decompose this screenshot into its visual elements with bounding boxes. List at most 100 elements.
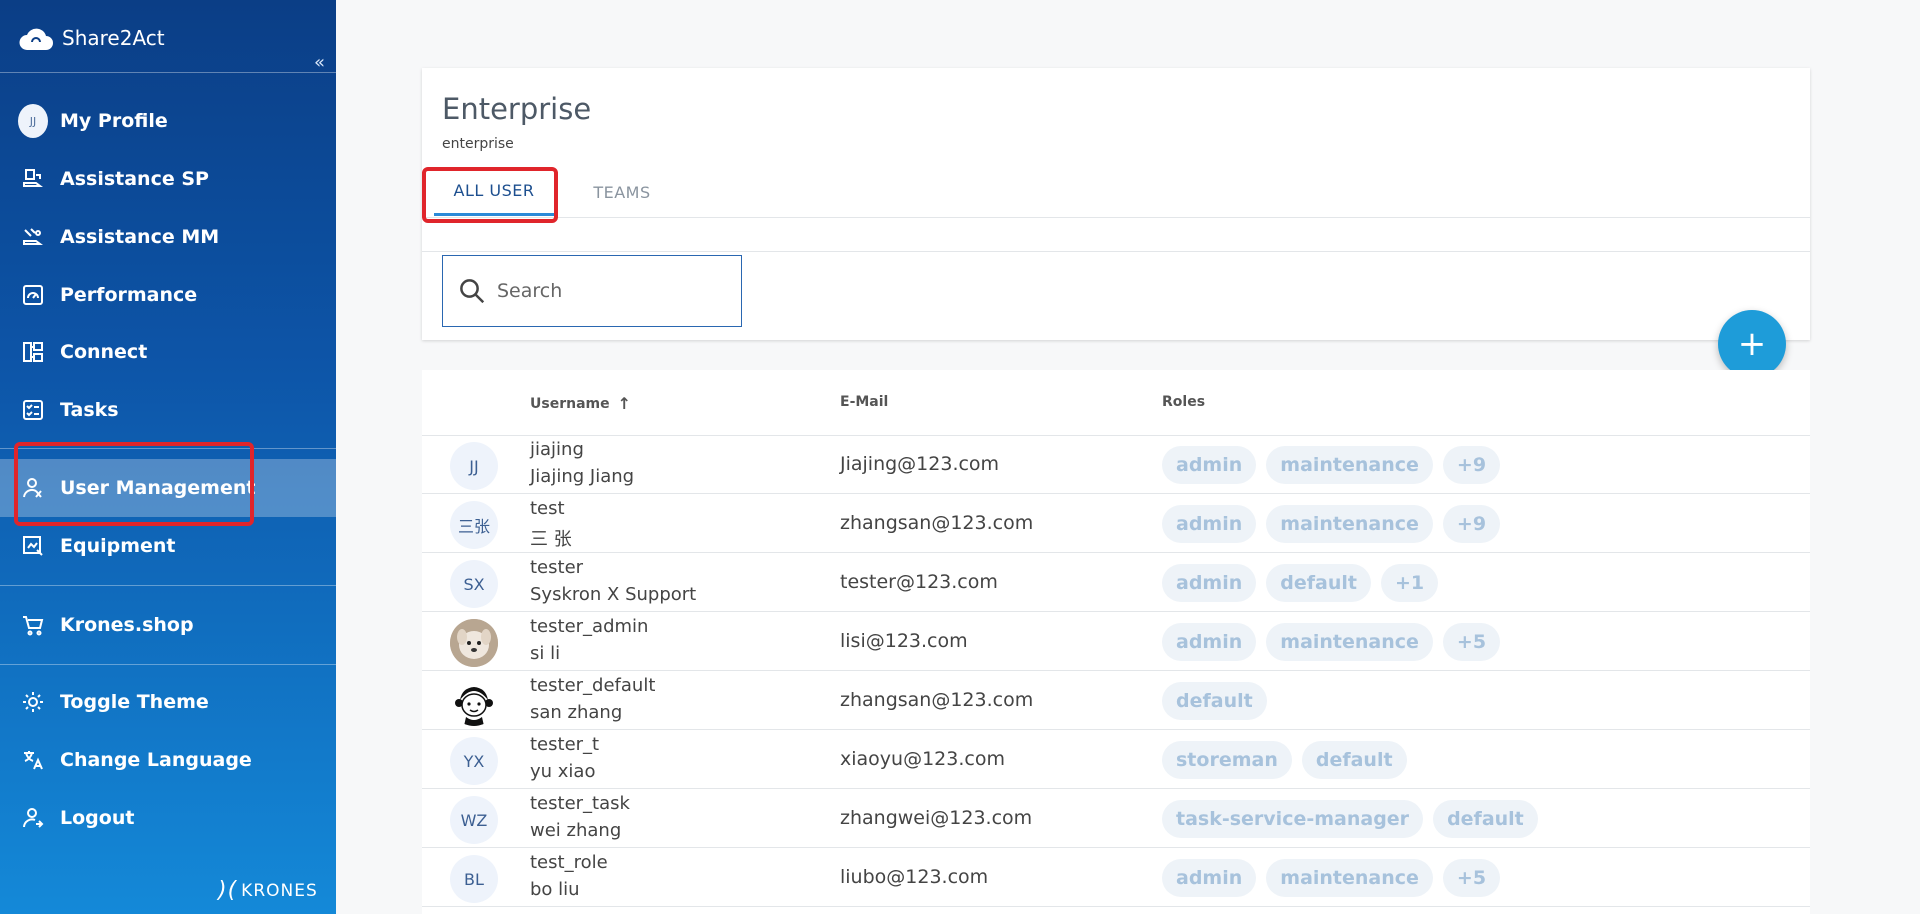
email: zhangsan@123.com [840, 512, 1034, 534]
more-roles-chip[interactable]: +9 [1442, 446, 1501, 484]
full-name: bo liu [530, 879, 580, 900]
role-chip: admin [1162, 505, 1257, 543]
sidebar-item-logout[interactable]: Logout [0, 789, 336, 847]
tab-teams[interactable]: TEAMS [562, 168, 682, 216]
krones-logo: )( KRONES [218, 878, 318, 903]
email: zhangwei@123.com [840, 807, 1033, 829]
sidebar-item-label: My Profile [60, 110, 168, 132]
sidebar-item-label: Change Language [60, 749, 252, 771]
cloud-logo-icon [19, 28, 53, 50]
full-name: Jiajing Jiang [530, 466, 635, 487]
table-row[interactable]: 三张 test 三 张 zhangsan@123.com admin maint… [422, 495, 1810, 553]
sidebar-item-tasks[interactable]: Tasks [0, 381, 336, 439]
language-icon [18, 745, 48, 775]
add-user-button[interactable]: + [1718, 310, 1786, 378]
tasks-icon [18, 395, 48, 425]
tab-divider [422, 217, 1810, 218]
sidebar-item-performance[interactable]: Performance [0, 266, 336, 324]
section-divider [422, 251, 1810, 252]
username: test [530, 498, 565, 519]
roles-list: admin maintenance +9 [1162, 505, 1510, 543]
sidebar-item-label: Connect [60, 341, 148, 363]
krones-mark-icon: )( [218, 878, 238, 903]
more-roles-chip[interactable]: +9 [1442, 505, 1501, 543]
sidebar-divider [0, 664, 336, 665]
role-chip: maintenance [1266, 859, 1433, 897]
table-row[interactable]: JJ jiajing Jiajing Jiang Jiajing@123.com… [422, 436, 1810, 494]
sidebar-item-connect[interactable]: Connect [0, 323, 336, 381]
user-table: Username ↑ E-Mail Roles JJ jiajing Jiaji… [422, 370, 1810, 914]
table-header: Username ↑ E-Mail Roles [422, 370, 1810, 436]
sidebar-item-label: Toggle Theme [60, 691, 209, 713]
theme-icon [18, 687, 48, 717]
role-chip: default [1433, 800, 1538, 838]
role-chip: maintenance [1266, 623, 1433, 661]
sidebar-item-my-profile[interactable]: JJ My Profile [0, 92, 336, 150]
column-header-roles[interactable]: Roles [1162, 394, 1205, 410]
more-roles-chip[interactable]: +5 [1442, 859, 1501, 897]
sidebar-item-label: Assistance MM [60, 226, 220, 248]
username: tester_task [530, 793, 630, 814]
sidebar-item-change-language[interactable]: Change Language [0, 731, 336, 789]
role-chip: admin [1162, 623, 1257, 661]
assistance-sp-icon [18, 164, 48, 194]
sidebar-divider [0, 585, 336, 586]
user-avatar: YX [450, 737, 498, 785]
sidebar-item-assistance-sp[interactable]: Assistance SP [0, 150, 336, 208]
equipment-icon [18, 531, 48, 561]
column-header-label: Username [530, 395, 610, 412]
role-chip: maintenance [1266, 446, 1433, 484]
email: lisi@123.com [840, 630, 968, 652]
table-row[interactable]: BL test_role bo liu liubo@123.com admin … [422, 849, 1810, 907]
email: liubo@123.com [840, 866, 989, 888]
performance-icon [18, 280, 48, 310]
role-chip: admin [1162, 859, 1257, 897]
table-row[interactable]: tester_default san zhang zhangsan@123.co… [422, 672, 1810, 730]
app-name: Share2Act [62, 26, 165, 50]
role-chip: admin [1162, 564, 1257, 602]
full-name: Syskron X Support [530, 584, 697, 605]
email: tester@123.com [840, 571, 998, 593]
full-name: 三 张 [530, 529, 572, 550]
sidebar-divider [0, 72, 336, 73]
role-chip: maintenance [1266, 505, 1433, 543]
email: zhangsan@123.com [840, 689, 1034, 711]
role-chip: storeman [1162, 741, 1292, 779]
roles-list: storeman default [1162, 741, 1417, 779]
page-title: Enterprise [442, 92, 592, 126]
roles-list: default [1162, 682, 1277, 720]
sort-ascending-icon: ↑ [617, 394, 632, 413]
enterprise-card: Enterprise enterprise ALL USER TEAMS [422, 68, 1810, 340]
role-chip: default [1162, 682, 1267, 720]
username: jiajing [530, 439, 584, 460]
user-avatar: SX [450, 560, 498, 608]
sidebar-item-toggle-theme[interactable]: Toggle Theme [0, 673, 336, 731]
roles-list: task-service-manager default [1162, 800, 1548, 838]
table-row[interactable]: YX tester_t yu xiao xiaoyu@123.com store… [422, 731, 1810, 789]
search-field[interactable] [442, 255, 742, 327]
role-chip: default [1301, 741, 1407, 779]
username: tester_admin [530, 616, 649, 637]
krones-wordmark: KRONES [241, 880, 318, 901]
username: tester_t [530, 734, 600, 755]
search-input[interactable] [497, 280, 717, 302]
sidebar-item-krones-shop[interactable]: Krones.shop [0, 596, 336, 654]
email: Jiajing@123.com [840, 453, 1000, 475]
more-roles-chip[interactable]: +5 [1442, 623, 1501, 661]
profile-avatar: JJ [18, 104, 48, 138]
assistance-mm-icon [18, 222, 48, 252]
username: tester [530, 557, 584, 578]
more-roles-chip[interactable]: +1 [1380, 564, 1439, 602]
page-subtitle: enterprise [442, 136, 514, 152]
sidebar-item-label: Assistance SP [60, 168, 209, 190]
full-name: san zhang [530, 702, 623, 723]
table-row[interactable]: tester_admin si li lisi@123.com admin ma… [422, 613, 1810, 671]
column-header-username[interactable]: Username ↑ [530, 394, 631, 413]
role-chip: admin [1162, 446, 1257, 484]
table-row[interactable]: SX tester Syskron X Support tester@123.c… [422, 554, 1810, 612]
sidebar-item-assistance-mm[interactable]: Assistance MM [0, 208, 336, 266]
collapse-sidebar-icon[interactable]: « [314, 52, 325, 73]
column-header-email[interactable]: E-Mail [840, 394, 888, 410]
username: test_role [530, 852, 608, 873]
table-row[interactable]: WZ tester_task wei zhang zhangwei@123.co… [422, 790, 1810, 848]
